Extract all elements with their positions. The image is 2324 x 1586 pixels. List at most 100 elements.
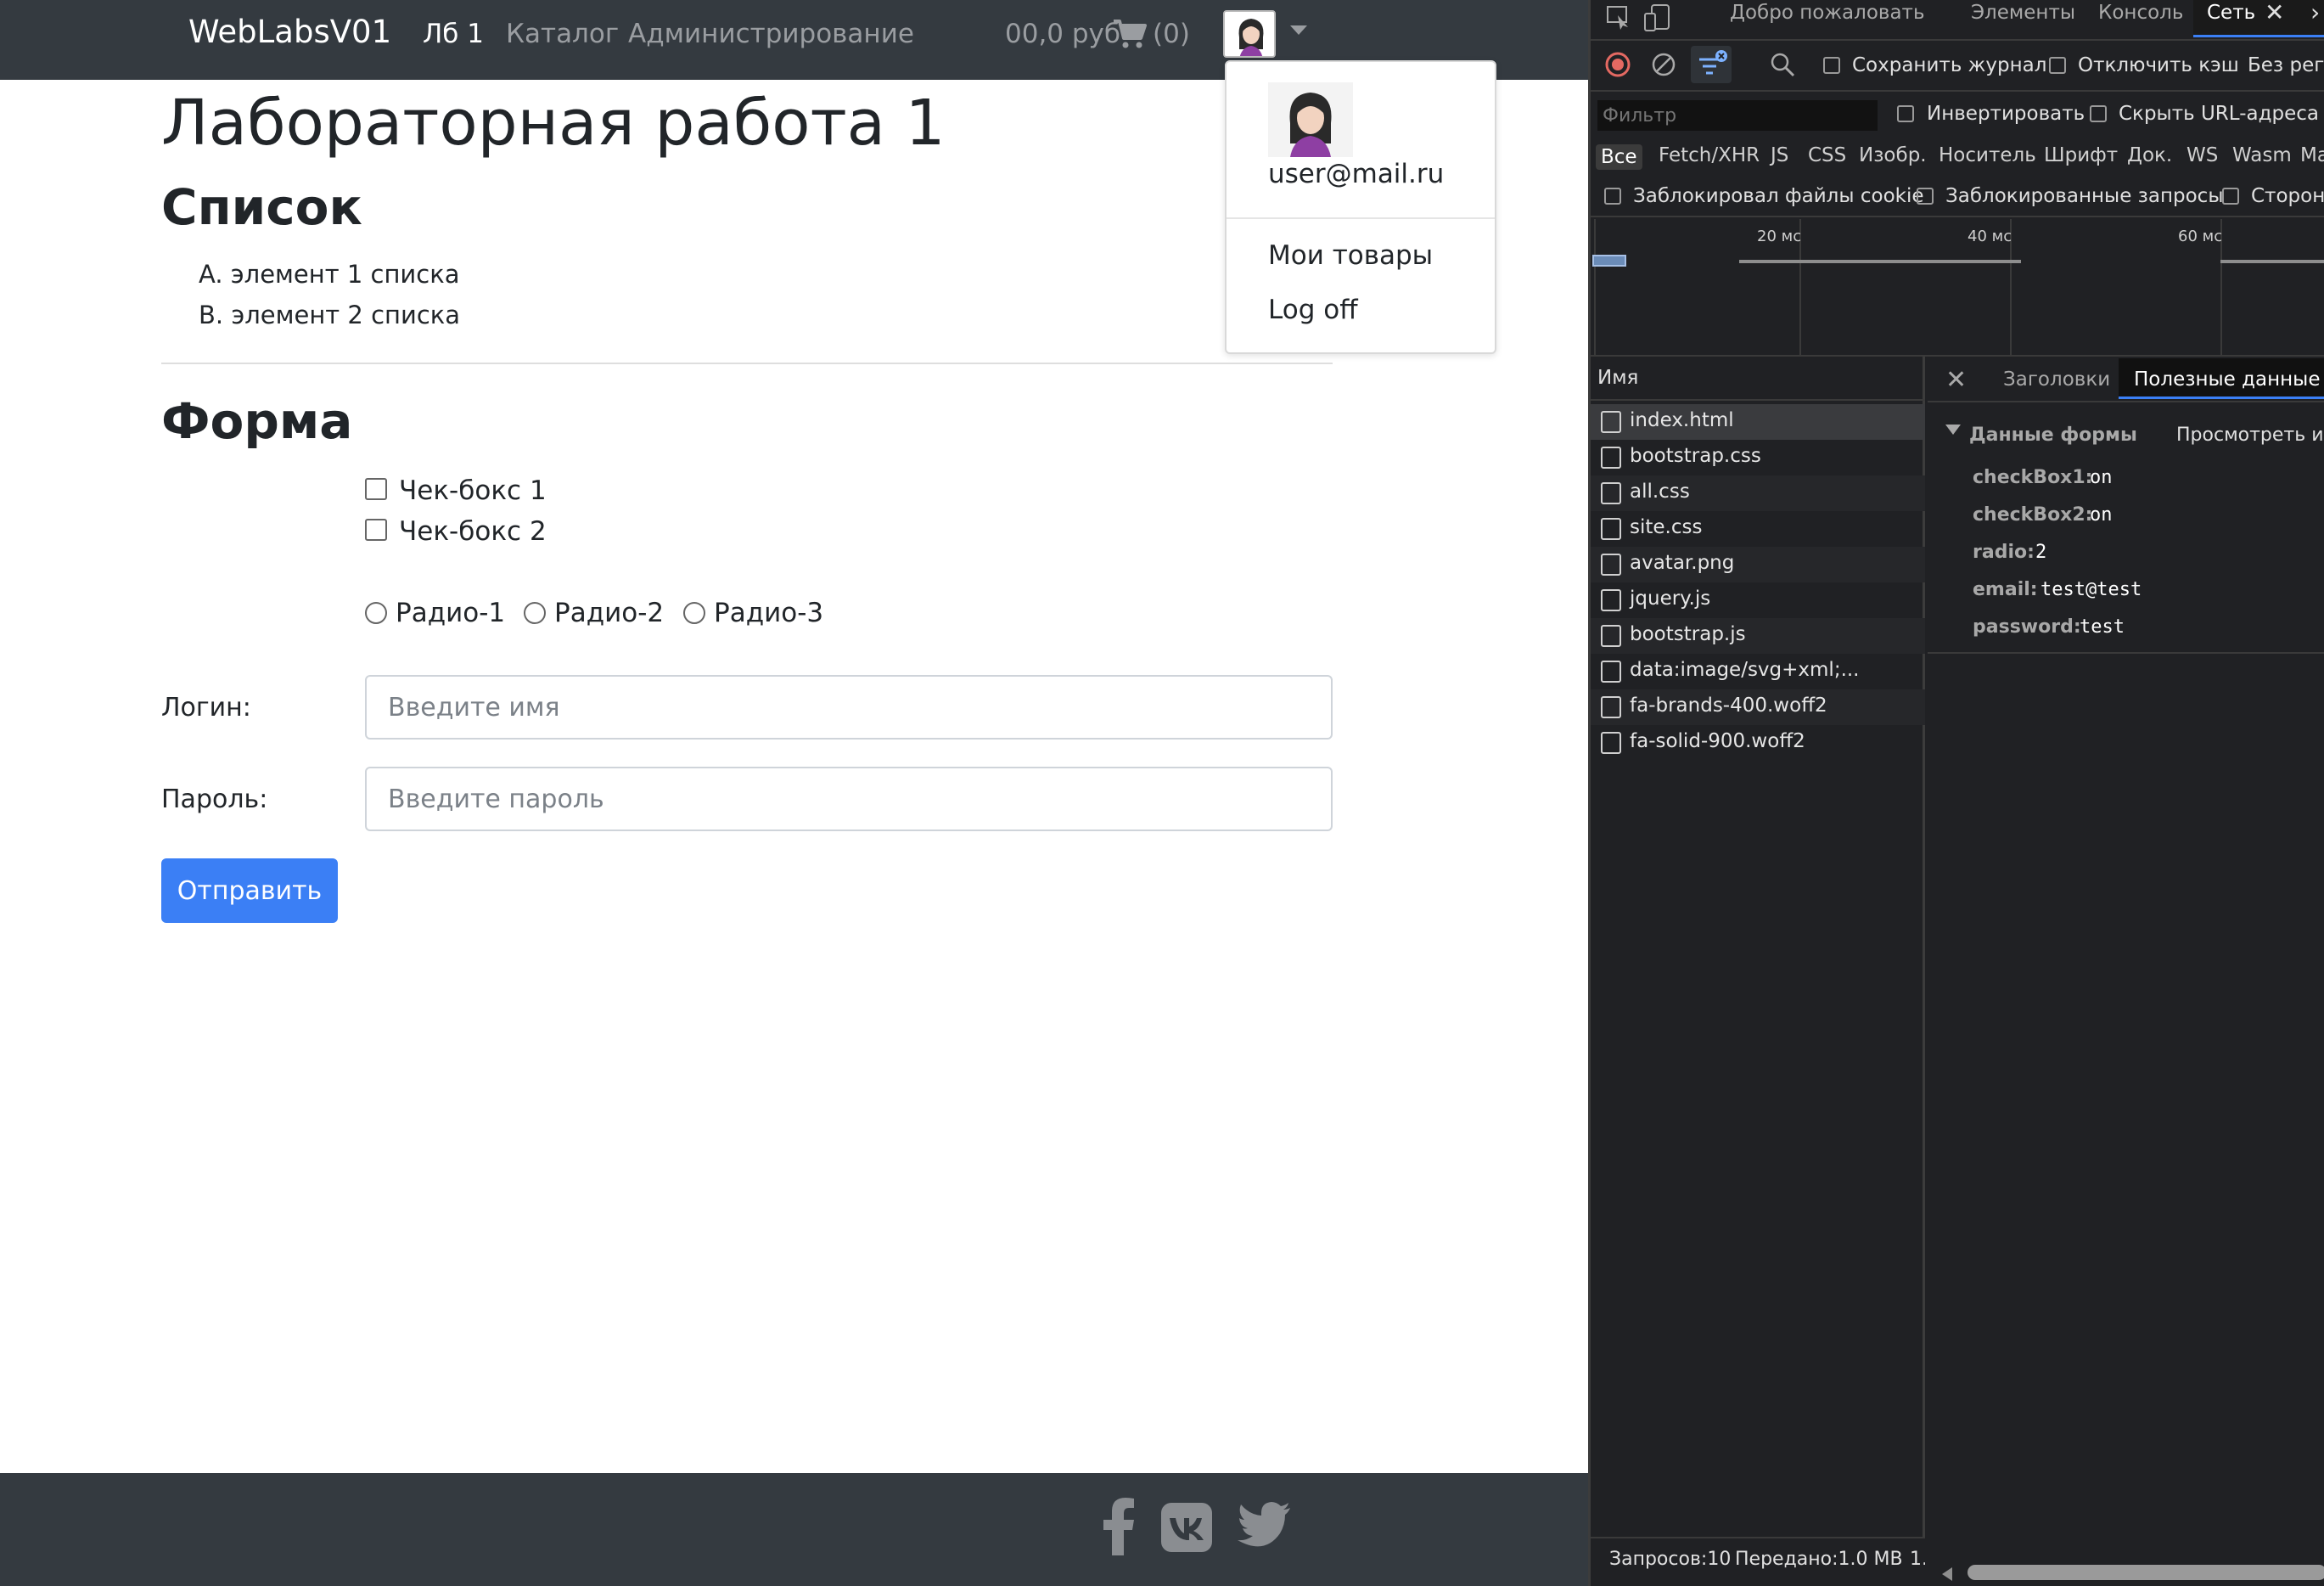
font-icon xyxy=(1601,696,1621,718)
tab-welcome[interactable]: Добро пожаловать xyxy=(1730,2,1925,24)
checkbox-1[interactable] xyxy=(365,478,387,500)
request-name: avatar.png xyxy=(1630,552,1735,574)
timeline-tick: 40 мс xyxy=(1968,228,2012,245)
status-requests: Запросов:10 xyxy=(1609,1549,1732,1570)
type-filter-font[interactable]: Шрифт xyxy=(2044,144,2118,166)
type-filter-all[interactable]: Все xyxy=(1596,144,1642,170)
type-filter-wasm[interactable]: Wasm xyxy=(2232,144,2292,166)
radio-2[interactable] xyxy=(524,602,546,624)
view-source-link[interactable]: Просмотреть ис xyxy=(2176,425,2324,446)
request-row[interactable]: fa-brands-400.woff2 xyxy=(1591,689,1925,725)
radio-3-label[interactable]: Радио-3 xyxy=(714,598,823,628)
record-icon[interactable] xyxy=(1604,51,1631,78)
third-party-checkbox[interactable] xyxy=(2222,188,2239,205)
radio-3[interactable] xyxy=(683,602,705,624)
nav-link-admin[interactable]: Администрирование xyxy=(628,15,914,53)
request-list-header[interactable]: Имя xyxy=(1597,367,1638,389)
type-filter-css[interactable]: CSS xyxy=(1808,144,1846,166)
blocked-requests-label[interactable]: Заблокированные запросы xyxy=(1945,185,2224,207)
request-row[interactable]: site.css xyxy=(1591,511,1925,547)
third-party-label[interactable]: Сторонн xyxy=(2251,185,2324,207)
clear-icon[interactable] xyxy=(1650,51,1677,78)
close-tab-icon[interactable]: ✕ xyxy=(2265,0,2284,26)
list-item: A. элемент 1 списка xyxy=(199,260,460,289)
filter-icon[interactable] xyxy=(1696,49,1728,80)
footer xyxy=(0,1473,1588,1586)
cart-count[interactable]: (0) xyxy=(1153,15,1190,53)
radio-1-label[interactable]: Радио-1 xyxy=(396,598,505,628)
type-filter-img[interactable]: Изобр. xyxy=(1859,144,1927,166)
facebook-icon[interactable] xyxy=(1100,1496,1137,1555)
throttling-select[interactable]: Без регул xyxy=(2248,54,2324,76)
tab-headers[interactable]: Заголовки xyxy=(2003,368,2110,391)
menu-item-log-off[interactable]: Log off xyxy=(1268,295,1358,325)
section-divider xyxy=(161,363,1333,364)
hide-data-urls-label[interactable]: Скрыть URL-адреса да xyxy=(2119,103,2324,125)
page-title: Лабораторная работа 1 xyxy=(161,87,946,160)
device-emulation-icon[interactable] xyxy=(1643,3,1670,32)
tab-payload[interactable]: Полезные данные xyxy=(2134,368,2321,391)
more-tabs-icon[interactable]: › xyxy=(2310,0,2320,26)
close-detail-icon[interactable]: ✕ xyxy=(1945,365,1967,395)
submit-button[interactable]: Отправить xyxy=(161,858,338,923)
disable-cache-label[interactable]: Отключить кэш xyxy=(2078,54,2239,76)
tab-elements[interactable]: Элементы xyxy=(1971,2,2075,24)
request-row[interactable]: avatar.png xyxy=(1591,547,1925,582)
radio-1[interactable] xyxy=(365,602,387,624)
form-data-title[interactable]: Данные формы xyxy=(1969,425,2137,446)
filter-input[interactable] xyxy=(1597,100,1878,131)
twitter-icon[interactable] xyxy=(1236,1501,1292,1550)
password-label: Пароль: xyxy=(161,785,268,814)
login-input[interactable] xyxy=(365,675,1333,740)
type-filter-manifest[interactable]: Ma xyxy=(2300,144,2324,166)
form-field-value: test xyxy=(2080,616,2125,638)
cart-total[interactable]: 00,0 руб xyxy=(1005,15,1120,53)
checkbox-2-label[interactable]: Чек-бокс 2 xyxy=(399,516,547,547)
search-icon[interactable] xyxy=(1769,51,1796,78)
blocked-cookies-checkbox[interactable] xyxy=(1604,188,1621,205)
invert-checkbox[interactable] xyxy=(1897,105,1914,122)
preserve-log-checkbox[interactable] xyxy=(1823,57,1840,74)
invert-label[interactable]: Инвертировать xyxy=(1927,103,2085,125)
checkbox-2[interactable] xyxy=(365,519,387,541)
blocked-requests-checkbox[interactable] xyxy=(1917,188,1934,205)
cart-icon[interactable] xyxy=(1112,18,1148,50)
tab-console[interactable]: Консоль xyxy=(2098,2,2183,24)
inspect-element-icon[interactable] xyxy=(1606,5,1631,31)
request-name: all.css xyxy=(1630,481,1690,503)
blocked-cookies-label[interactable]: Заблокировал файлы cookie xyxy=(1633,185,1924,207)
menu-item-my-products[interactable]: Мои товары xyxy=(1268,240,1433,271)
dropdown-divider xyxy=(1227,217,1495,219)
type-filter-doc[interactable]: Док. xyxy=(2127,144,2172,166)
request-row[interactable]: index.html xyxy=(1591,404,1925,440)
request-row[interactable]: data:image/svg+xml;... xyxy=(1591,654,1925,689)
password-input[interactable] xyxy=(365,767,1333,831)
hide-data-urls-checkbox[interactable] xyxy=(2090,105,2107,122)
user-avatar[interactable] xyxy=(1223,10,1276,58)
request-row[interactable]: bootstrap.css xyxy=(1591,440,1925,475)
scroll-left-icon[interactable] xyxy=(1942,1567,1952,1581)
user-menu-caret-icon[interactable] xyxy=(1290,25,1307,35)
type-filter-ws[interactable]: WS xyxy=(2186,144,2218,166)
request-row[interactable]: jquery.js xyxy=(1591,582,1925,618)
preserve-log-label[interactable]: Сохранить журнал xyxy=(1852,54,2046,76)
request-row[interactable]: bootstrap.js xyxy=(1591,618,1925,654)
type-filter-js[interactable]: JS xyxy=(1771,144,1788,166)
nav-link-catalog[interactable]: Каталог xyxy=(506,15,619,53)
disable-cache-checkbox[interactable] xyxy=(2049,57,2066,74)
radio-2-label[interactable]: Радио-2 xyxy=(554,598,664,628)
type-filter-fetch-xhr[interactable]: Fetch/XHR xyxy=(1659,144,1760,166)
type-filter-media[interactable]: Носитель xyxy=(1939,144,2036,166)
user-dropdown-menu: user@mail.ru Мои товары Log off xyxy=(1225,60,1496,354)
tab-network[interactable]: Сеть xyxy=(2207,2,2255,24)
request-row[interactable]: fa-solid-900.woff2 xyxy=(1591,725,1925,761)
brand-link[interactable]: WebLabsV01 xyxy=(188,14,391,51)
checkbox-1-label[interactable]: Чек-бокс 1 xyxy=(399,475,547,506)
stylesheet-icon xyxy=(1601,518,1621,540)
horizontal-scrollbar[interactable] xyxy=(1968,1565,2324,1580)
collapse-form-data-icon[interactable] xyxy=(1945,425,1961,435)
request-row[interactable]: all.css xyxy=(1591,475,1925,511)
request-name: jquery.js xyxy=(1630,588,1711,610)
nav-link-lab1[interactable]: Лб 1 xyxy=(423,15,484,53)
vk-icon[interactable] xyxy=(1161,1503,1212,1552)
